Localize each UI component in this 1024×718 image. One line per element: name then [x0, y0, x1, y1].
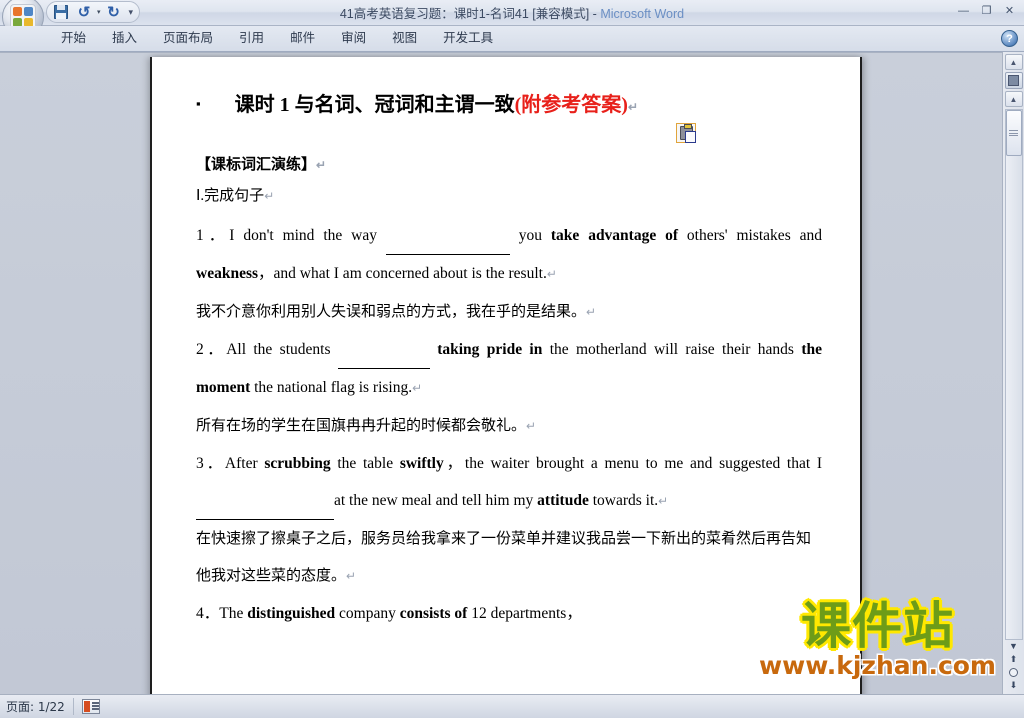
subsection-heading-text: Ⅰ.完成句子 — [196, 188, 265, 204]
question-text: towards it. — [588, 492, 659, 509]
heading-text-black: 课时 1 与名词、冠词和主谓一致 — [234, 94, 515, 116]
bold-phrase: take advantage of — [550, 227, 679, 244]
answer-blank — [196, 482, 334, 520]
heading-bullet-icon: ▪ — [196, 96, 201, 111]
question-translation: 我不介意你利用别人失误和弱点的方式，我在乎的是结果。↵ — [196, 293, 822, 331]
browse-object-controls: ▼ ⬆ ⬇ — [1009, 642, 1018, 694]
question-english: 3．After scrubbing the table swiftly，the … — [196, 445, 822, 520]
answer-blank — [337, 331, 430, 369]
scroll-down-button[interactable]: ▼ — [1009, 642, 1018, 651]
question-translation: 所有在场的学生在国旗冉冉升起的时候都会敬礼。↵ — [196, 407, 822, 445]
tab-references[interactable]: 引用 — [226, 24, 277, 51]
bold-phrase: distinguished — [247, 605, 336, 622]
tab-developer[interactable]: 开发工具 — [430, 24, 506, 51]
help-icon[interactable]: ? — [1001, 30, 1018, 47]
paragraph-mark: ↵ — [264, 189, 275, 203]
tab-page-layout[interactable]: 页面布局 — [150, 24, 226, 51]
question-text: I don't mind the way — [229, 227, 386, 244]
page-content: ▪ 课时 1 与名词、冠词和主谓一致(附参考答案)↵ 【课标词汇演练】↵ Ⅰ.完成… — [152, 57, 860, 632]
paragraph-mark: ↵ — [412, 381, 423, 395]
scrollbar-track[interactable] — [1004, 109, 1023, 640]
previous-page-button[interactable]: ⬆ — [1010, 655, 1018, 664]
scrollbar-thumb[interactable] — [1005, 110, 1022, 156]
title-bar: ↺ ▾ ↻ ▾ 41高考英语复习题：课时1-名词41 [兼容模式] - Micr… — [0, 0, 1024, 38]
tab-insert[interactable]: 插入 — [99, 24, 150, 51]
paragraph-mark: ↵ — [526, 419, 537, 433]
title-separator: - — [589, 7, 601, 21]
question-english: 1．I don't mind the way you take advantag… — [196, 217, 822, 293]
paragraph-mark: ↵ — [627, 100, 638, 114]
window-controls: — ❐ ✕ — [953, 2, 1020, 19]
section-heading: 【课标词汇演练】↵ — [196, 153, 822, 174]
paragraph-mark: ↵ — [316, 158, 327, 172]
translation-text: 所有在场的学生在国旗冉冉升起的时候都会敬礼。 — [196, 416, 527, 434]
tab-home[interactable]: 开始 — [48, 24, 99, 51]
bold-phrase: swiftly — [399, 455, 444, 472]
question-text: The — [219, 605, 248, 622]
translation-text: 在快速擦了擦桌子之后，服务员给我拿来了一份菜单并建议我品尝一下新出的菜肴然后再告… — [196, 529, 812, 584]
question-english: 2．All the students taking pride in the m… — [196, 331, 822, 407]
word-application-window: ↺ ▾ ↻ ▾ 41高考英语复习题：课时1-名词41 [兼容模式] - Micr… — [0, 0, 1024, 718]
scroll-up-button[interactable]: ▲ — [1004, 54, 1023, 70]
question-text: the motherland will raise their hands — [542, 341, 802, 358]
paragraph-mark: ↵ — [546, 267, 557, 281]
bold-phrase: weakness — [196, 265, 259, 282]
answer-blank — [385, 217, 510, 255]
heading-text-red: (附参考答案) — [514, 94, 628, 116]
window-title: 41高考英语复习题：课时1-名词41 [兼容模式] - Microsoft Wo… — [0, 3, 1024, 22]
question-list: 1．I don't mind the way you take advantag… — [196, 217, 822, 632]
ribbon-tab-bar: 开始 插入 页面布局 引用 邮件 审阅 视图 开发工具 ? — [0, 26, 1024, 52]
question-text: the national flag is rising. — [250, 379, 413, 396]
tab-mailings[interactable]: 邮件 — [277, 24, 328, 51]
page-number-status[interactable]: 页面: 1/22 — [6, 698, 74, 715]
bold-phrase: taking pride in — [437, 341, 543, 358]
question-text: 12 departments， — [467, 605, 582, 622]
question-text: After — [224, 455, 265, 472]
question-number: 3． — [196, 455, 225, 472]
translation-text: 我不介意你利用别人失误和弱点的方式，我在乎的是结果。 — [196, 302, 587, 320]
subsection-heading: Ⅰ.完成句子↵ — [196, 184, 822, 205]
question-number: 4． — [196, 605, 220, 622]
question-text: All the students — [226, 341, 338, 358]
paragraph-mark: ↵ — [586, 305, 597, 319]
work-area: ▪ 课时 1 与名词、冠词和主谓一致(附参考答案)↵ 【课标词汇演练】↵ Ⅰ.完成… — [0, 52, 1024, 694]
paste-options-icon[interactable] — [676, 123, 696, 143]
question-text: others' mistakes and — [678, 227, 822, 244]
question-text: the table — [330, 455, 400, 472]
page-view-icon[interactable] — [81, 699, 100, 714]
document-page[interactable]: ▪ 课时 1 与名词、冠词和主谓一致(附参考答案)↵ 【课标词汇演练】↵ Ⅰ.完成… — [150, 57, 862, 694]
close-button[interactable]: ✕ — [999, 2, 1020, 19]
document-heading: ▪ 课时 1 与名词、冠词和主谓一致(附参考答案)↵ — [196, 91, 822, 119]
bold-phrase: attitude — [537, 492, 589, 509]
select-browse-object-icon[interactable] — [1009, 668, 1018, 677]
question-text: ，and what I am concerned about is the re… — [258, 265, 547, 282]
question-text: ，the waiter brought a menu to me and sug… — [443, 455, 822, 472]
restore-button[interactable]: ❐ — [976, 2, 997, 19]
bold-phrase: scrubbing — [264, 455, 331, 472]
question-english: 4．The distinguished company consists of … — [196, 595, 822, 632]
status-bar: 页面: 1/22 — [0, 694, 1024, 718]
question-text: at the new meal and tell him my — [334, 492, 538, 509]
question-number: 1． — [196, 227, 230, 244]
question-number: 2． — [196, 341, 227, 358]
smarttag-row — [196, 121, 822, 147]
document-title: 41高考英语复习题：课时1-名词41 [兼容模式] — [339, 7, 590, 21]
bold-phrase: consists of — [399, 605, 468, 622]
view-ruler-icon[interactable] — [1004, 72, 1023, 89]
vertical-scrollbar[interactable]: ▲ ▲ ▼ ⬆ ⬇ — [1002, 52, 1024, 694]
paragraph-mark: ↵ — [658, 494, 669, 508]
minimize-button[interactable]: — — [953, 2, 974, 19]
document-canvas[interactable]: ▪ 课时 1 与名词、冠词和主谓一致(附参考答案)↵ 【课标词汇演练】↵ Ⅰ.完成… — [0, 52, 1002, 694]
question-translation: 在快速擦了擦桌子之后，服务员给我拿来了一份菜单并建议我品尝一下新出的菜肴然后再告… — [196, 520, 822, 595]
section-heading-text: 【课标词汇演练】 — [196, 155, 317, 173]
paragraph-mark: ↵ — [346, 569, 357, 583]
tab-review[interactable]: 审阅 — [328, 24, 379, 51]
application-name: Microsoft Word — [600, 7, 685, 21]
question-text: you — [509, 227, 551, 244]
question-text: company — [335, 605, 400, 622]
scroll-up-arrow-secondary[interactable]: ▲ — [1004, 91, 1023, 107]
tab-view[interactable]: 视图 — [379, 24, 430, 51]
next-page-button[interactable]: ⬇ — [1010, 681, 1018, 690]
